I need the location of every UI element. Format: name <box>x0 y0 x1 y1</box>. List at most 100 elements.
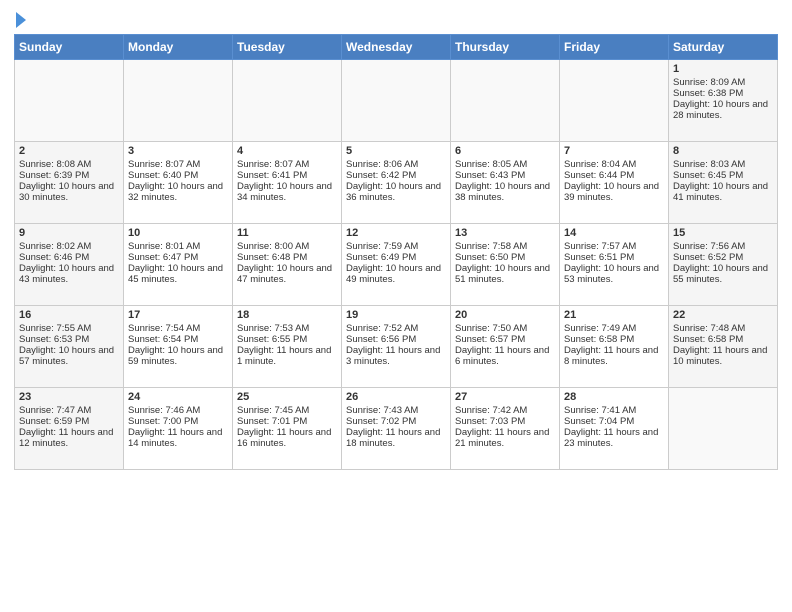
calendar-cell: 1Sunrise: 8:09 AMSunset: 6:38 PMDaylight… <box>669 60 778 142</box>
day-number: 19 <box>346 309 446 321</box>
day-info: Sunset: 6:40 PM <box>128 170 228 181</box>
day-number: 3 <box>128 145 228 157</box>
day-info: Daylight: 10 hours and 43 minutes. <box>19 263 119 285</box>
day-info: Sunrise: 8:04 AM <box>564 159 664 170</box>
calendar-week-1: 2Sunrise: 8:08 AMSunset: 6:39 PMDaylight… <box>15 142 778 224</box>
day-info: Sunset: 6:44 PM <box>564 170 664 181</box>
day-info: Sunset: 6:41 PM <box>237 170 337 181</box>
day-info: Daylight: 11 hours and 10 minutes. <box>673 345 773 367</box>
day-info: Sunrise: 7:54 AM <box>128 323 228 334</box>
weekday-header-wednesday: Wednesday <box>342 35 451 60</box>
day-number: 17 <box>128 309 228 321</box>
day-info: Sunset: 6:54 PM <box>128 334 228 345</box>
day-info: Sunrise: 7:52 AM <box>346 323 446 334</box>
calendar-cell: 19Sunrise: 7:52 AMSunset: 6:56 PMDayligh… <box>342 306 451 388</box>
day-info: Sunrise: 7:57 AM <box>564 241 664 252</box>
day-info: Daylight: 10 hours and 47 minutes. <box>237 263 337 285</box>
day-number: 12 <box>346 227 446 239</box>
day-info: Sunset: 6:43 PM <box>455 170 555 181</box>
day-info: Daylight: 11 hours and 1 minute. <box>237 345 337 367</box>
day-number: 6 <box>455 145 555 157</box>
calendar-cell <box>342 60 451 142</box>
day-number: 10 <box>128 227 228 239</box>
day-info: Sunrise: 7:45 AM <box>237 405 337 416</box>
day-info: Daylight: 11 hours and 18 minutes. <box>346 427 446 449</box>
day-info: Sunset: 7:04 PM <box>564 416 664 427</box>
day-number: 16 <box>19 309 119 321</box>
day-info: Sunrise: 8:05 AM <box>455 159 555 170</box>
day-info: Sunset: 6:51 PM <box>564 252 664 263</box>
calendar-week-0: 1Sunrise: 8:09 AMSunset: 6:38 PMDaylight… <box>15 60 778 142</box>
calendar-cell <box>15 60 124 142</box>
day-info: Sunrise: 8:08 AM <box>19 159 119 170</box>
calendar-cell: 24Sunrise: 7:46 AMSunset: 7:00 PMDayligh… <box>124 388 233 470</box>
calendar-cell: 6 Sunrise: 8:05 AMSunset: 6:43 PMDaylight… <box>451 142 560 224</box>
weekday-header-saturday: Saturday <box>669 35 778 60</box>
day-info: Daylight: 10 hours and 32 minutes. <box>128 181 228 203</box>
day-info: Sunrise: 7:50 AM <box>455 323 555 334</box>
day-number: 14 <box>564 227 664 239</box>
day-info: Sunrise: 8:02 AM <box>19 241 119 252</box>
day-info: Daylight: 11 hours and 12 minutes. <box>19 427 119 449</box>
weekday-header-thursday: Thursday <box>451 35 560 60</box>
calendar-cell <box>560 60 669 142</box>
day-info: Sunset: 6:45 PM <box>673 170 773 181</box>
day-info: Daylight: 10 hours and 36 minutes. <box>346 181 446 203</box>
day-info: Daylight: 10 hours and 39 minutes. <box>564 181 664 203</box>
day-info: Sunset: 6:48 PM <box>237 252 337 263</box>
day-info: Sunset: 7:00 PM <box>128 416 228 427</box>
day-info: Sunrise: 7:48 AM <box>673 323 773 334</box>
day-number: 18 <box>237 309 337 321</box>
calendar-cell: 25Sunrise: 7:45 AMSunset: 7:01 PMDayligh… <box>233 388 342 470</box>
calendar-cell: 18Sunrise: 7:53 AMSunset: 6:55 PMDayligh… <box>233 306 342 388</box>
day-number: 26 <box>346 391 446 403</box>
calendar-week-4: 23Sunrise: 7:47 AMSunset: 6:59 PMDayligh… <box>15 388 778 470</box>
day-info: Sunrise: 8:09 AM <box>673 77 773 88</box>
calendar-week-2: 9Sunrise: 8:02 AMSunset: 6:46 PMDaylight… <box>15 224 778 306</box>
day-info: Sunrise: 8:07 AM <box>128 159 228 170</box>
calendar-cell: 21Sunrise: 7:49 AMSunset: 6:58 PMDayligh… <box>560 306 669 388</box>
calendar-header: SundayMondayTuesdayWednesdayThursdayFrid… <box>15 35 778 60</box>
day-info: Sunrise: 7:42 AM <box>455 405 555 416</box>
day-info: Daylight: 10 hours and 30 minutes. <box>19 181 119 203</box>
calendar-cell: 15Sunrise: 7:56 AMSunset: 6:52 PMDayligh… <box>669 224 778 306</box>
day-number: 1 <box>673 63 773 75</box>
calendar-cell: 11Sunrise: 8:00 AMSunset: 6:48 PMDayligh… <box>233 224 342 306</box>
logo <box>14 10 26 28</box>
day-number: 25 <box>237 391 337 403</box>
day-info: Daylight: 11 hours and 8 minutes. <box>564 345 664 367</box>
calendar-cell: 10Sunrise: 8:01 AMSunset: 6:47 PMDayligh… <box>124 224 233 306</box>
calendar-cell <box>451 60 560 142</box>
day-info: Daylight: 10 hours and 28 minutes. <box>673 99 773 121</box>
day-info: Sunset: 6:42 PM <box>346 170 446 181</box>
calendar-cell: 27Sunrise: 7:42 AMSunset: 7:03 PMDayligh… <box>451 388 560 470</box>
weekday-header-tuesday: Tuesday <box>233 35 342 60</box>
day-info: Sunset: 7:03 PM <box>455 416 555 427</box>
day-number: 5 <box>346 145 446 157</box>
day-info: Sunrise: 7:58 AM <box>455 241 555 252</box>
calendar-cell: 17Sunrise: 7:54 AMSunset: 6:54 PMDayligh… <box>124 306 233 388</box>
day-info: Sunset: 6:58 PM <box>564 334 664 345</box>
day-info: Daylight: 10 hours and 49 minutes. <box>346 263 446 285</box>
calendar-cell: 3 Sunrise: 8:07 AMSunset: 6:40 PMDaylight… <box>124 142 233 224</box>
day-info: Sunrise: 8:01 AM <box>128 241 228 252</box>
day-number: 7 <box>564 145 664 157</box>
calendar-cell: 2Sunrise: 8:08 AMSunset: 6:39 PMDaylight… <box>15 142 124 224</box>
day-info: Sunset: 7:01 PM <box>237 416 337 427</box>
day-info: Sunrise: 8:00 AM <box>237 241 337 252</box>
calendar-cell: 13Sunrise: 7:58 AMSunset: 6:50 PMDayligh… <box>451 224 560 306</box>
calendar-cell <box>669 388 778 470</box>
day-info: Sunset: 6:49 PM <box>346 252 446 263</box>
day-info: Daylight: 10 hours and 38 minutes. <box>455 181 555 203</box>
day-info: Sunrise: 7:59 AM <box>346 241 446 252</box>
day-info: Sunset: 6:57 PM <box>455 334 555 345</box>
day-number: 8 <box>673 145 773 157</box>
day-number: 28 <box>564 391 664 403</box>
day-info: Daylight: 11 hours and 6 minutes. <box>455 345 555 367</box>
day-info: Sunrise: 7:49 AM <box>564 323 664 334</box>
day-info: Sunrise: 8:07 AM <box>237 159 337 170</box>
calendar-cell: 9Sunrise: 8:02 AMSunset: 6:46 PMDaylight… <box>15 224 124 306</box>
day-info: Sunset: 6:47 PM <box>128 252 228 263</box>
calendar-cell: 16Sunrise: 7:55 AMSunset: 6:53 PMDayligh… <box>15 306 124 388</box>
day-info: Sunrise: 8:06 AM <box>346 159 446 170</box>
